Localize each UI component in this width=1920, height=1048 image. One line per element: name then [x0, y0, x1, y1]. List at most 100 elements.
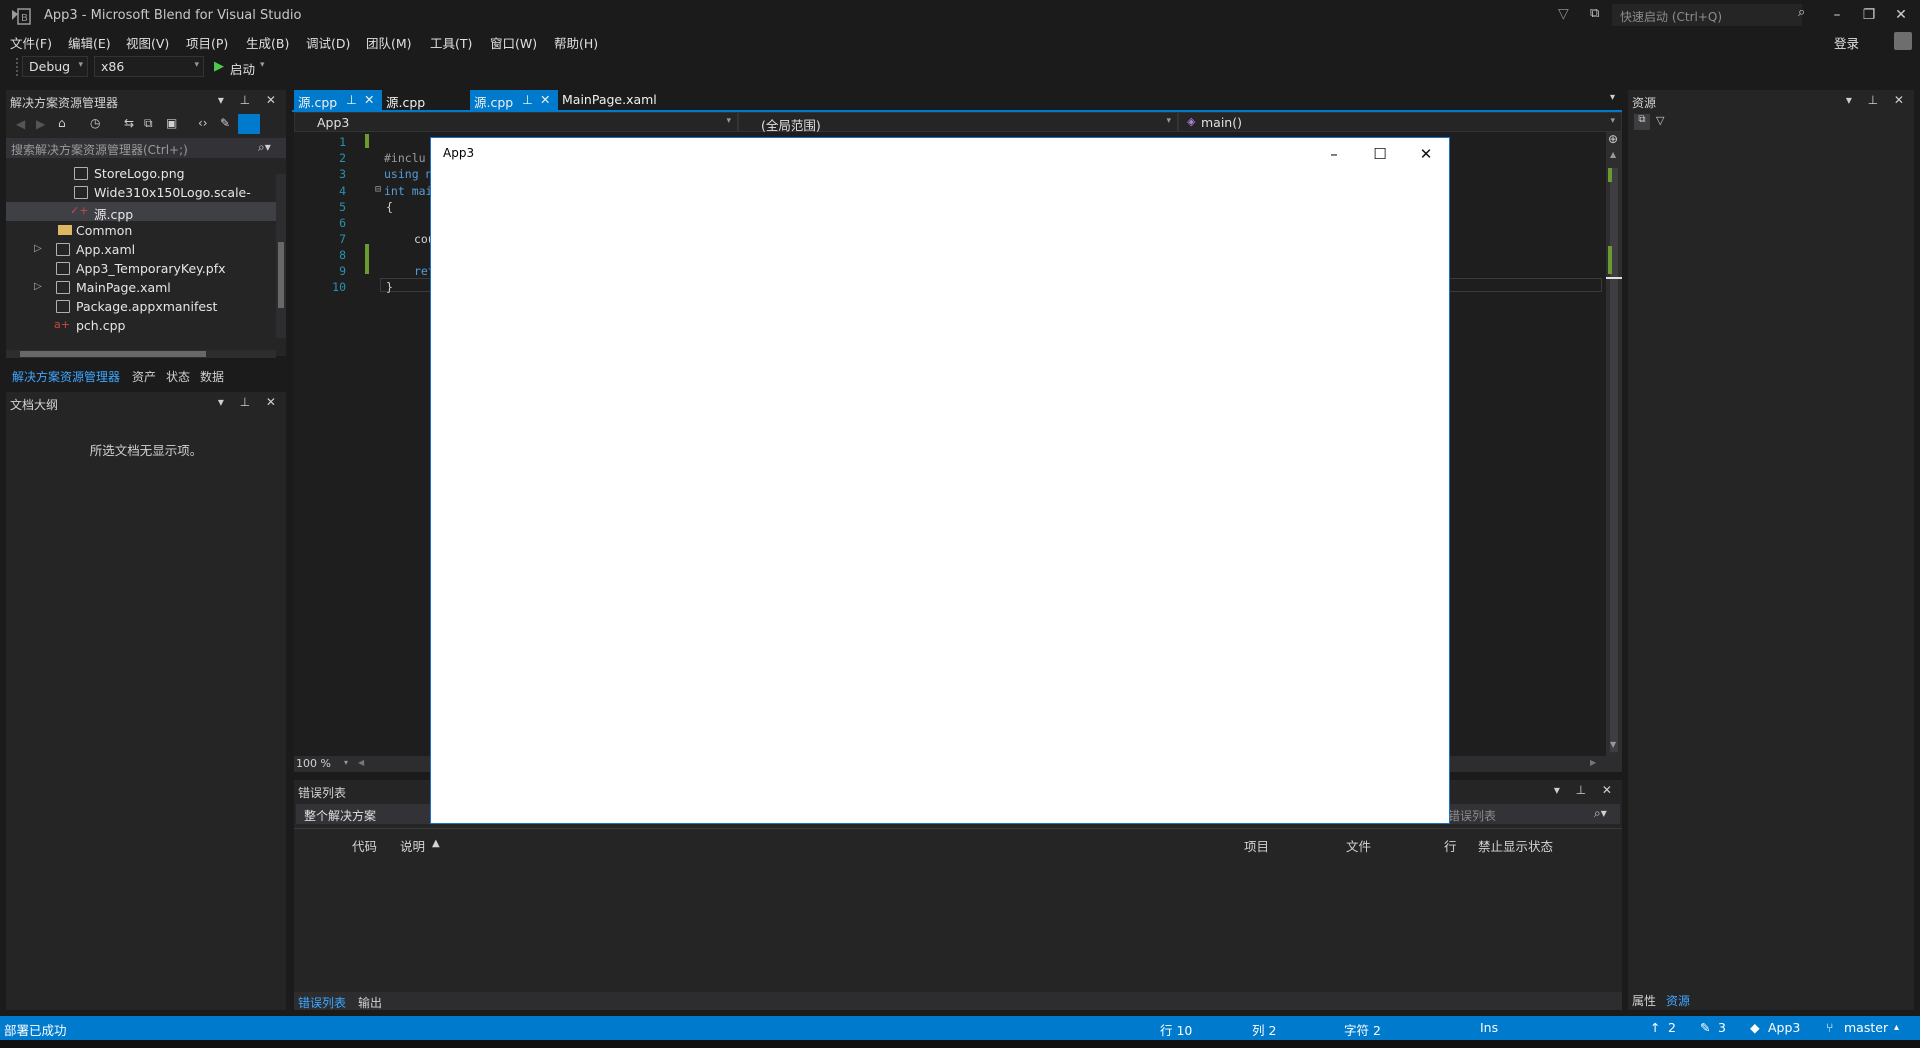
- app-close-button[interactable]: ✕: [1403, 140, 1449, 168]
- play-icon[interactable]: ▶: [214, 59, 224, 74]
- filter-icon[interactable]: ▽: [1656, 114, 1664, 127]
- expand-arrow-icon[interactable]: ▷: [34, 243, 42, 254]
- menu-view[interactable]: 视图(V): [126, 33, 169, 52]
- branch-dropdown-icon[interactable]: ▴: [1894, 1022, 1899, 1033]
- unpushed-count[interactable]: 2: [1668, 1020, 1676, 1035]
- tab-overflow-icon[interactable]: ▾: [1610, 92, 1615, 103]
- branch-name[interactable]: master: [1844, 1020, 1888, 1035]
- start-dropdown-icon[interactable]: ▾: [260, 60, 265, 70]
- collapse-all-icon[interactable]: ⧉: [144, 116, 153, 131]
- close-button[interactable]: ✕: [1886, 2, 1916, 28]
- project-dropdown[interactable]: App3 ▾: [294, 112, 738, 132]
- search-icon[interactable]: ⌕▾: [258, 140, 271, 155]
- tree-item-widelogo[interactable]: Wide310x150Logo.scale-200.p: [6, 183, 276, 215]
- menu-window[interactable]: 窗口(W): [490, 33, 537, 52]
- zoom-level[interactable]: 100 %: [296, 757, 331, 770]
- close-tab-icon[interactable]: ✕: [364, 92, 374, 107]
- branch-icon[interactable]: ⑂: [1826, 1020, 1834, 1035]
- solution-search-input[interactable]: 搜索解决方案资源管理器(Ctrl+;): [6, 138, 286, 158]
- column-project[interactable]: 项目: [1244, 836, 1269, 855]
- scroll-right-icon[interactable]: ▶: [1590, 758, 1596, 767]
- resource-view-icon[interactable]: ⧉: [1634, 114, 1650, 130]
- panel-window-controls[interactable]: ▾ ⊥ ✕: [1846, 93, 1910, 107]
- scope-dropdown[interactable]: (全局范围) ▾: [738, 112, 1178, 133]
- tree-vertical-scrollbar[interactable]: [276, 174, 286, 338]
- scrollbar-thumb[interactable]: [278, 242, 284, 308]
- back-icon[interactable]: ◀: [16, 117, 25, 131]
- panel-window-controls[interactable]: ▾ ⊥ ✕: [218, 93, 282, 107]
- tab-states[interactable]: 状态: [166, 368, 190, 385]
- menu-help[interactable]: 帮助(H): [554, 33, 598, 52]
- tab-assets[interactable]: 资产: [132, 368, 156, 385]
- zoom-dropdown-icon[interactable]: ▾: [344, 758, 348, 767]
- app-maximize-button[interactable]: ☐: [1357, 140, 1403, 168]
- tab-solution-explorer[interactable]: 解决方案资源管理器: [12, 368, 120, 385]
- sign-in-link[interactable]: 登录: [1834, 33, 1859, 52]
- pin-icon[interactable]: ⊥: [522, 92, 533, 107]
- scroll-up-icon[interactable]: ▲: [1610, 150, 1616, 159]
- sync-icon[interactable]: ⇆: [124, 116, 134, 130]
- member-dropdown[interactable]: ◈ main() ▾: [1178, 112, 1622, 132]
- editor-vertical-scrollbar[interactable]: ⊕ ▲ ▼: [1606, 132, 1622, 756]
- panel-window-controls[interactable]: ▾ ⊥ ✕: [218, 395, 282, 409]
- menu-debug[interactable]: 调试(D): [306, 33, 350, 52]
- push-icon[interactable]: ↑: [1650, 1020, 1660, 1035]
- menu-build[interactable]: 生成(B): [246, 33, 289, 52]
- panel-window-controls[interactable]: ▾ ⊥ ✕: [1554, 783, 1618, 797]
- repository-name[interactable]: App3: [1768, 1020, 1800, 1035]
- pin-icon[interactable]: ⊥: [346, 92, 357, 107]
- tab-source-cpp[interactable]: 源.cpp: [382, 90, 468, 110]
- preview-icon[interactable]: [238, 114, 260, 134]
- tree-item-package-manifest[interactable]: Package.appxmanifest: [6, 297, 276, 316]
- tab-mainpage-xaml[interactable]: MainPage.xaml: [558, 90, 688, 110]
- expand-arrow-icon[interactable]: ▷: [34, 281, 42, 292]
- column-description[interactable]: 说明: [400, 836, 425, 855]
- collapse-icon[interactable]: ⊟: [375, 184, 381, 195]
- quick-launch-input[interactable]: 快速启动 (Ctrl+Q): [1612, 4, 1802, 26]
- tree-item-mainpage-xaml[interactable]: ▷ MainPage.xaml: [6, 278, 276, 297]
- pending-changes-count[interactable]: 3: [1718, 1020, 1726, 1035]
- scroll-left-icon[interactable]: ◀: [358, 758, 364, 767]
- show-all-files-icon[interactable]: ▣: [166, 116, 177, 130]
- config-dropdown[interactable]: Debug ▾: [22, 56, 88, 77]
- column-line[interactable]: 行: [1444, 836, 1457, 855]
- app-minimize-button[interactable]: –: [1311, 140, 1357, 168]
- menu-team[interactable]: 团队(M): [366, 33, 412, 52]
- tree-horizontal-scrollbar[interactable]: [6, 350, 276, 358]
- tree-item-app-xaml[interactable]: ▷ App.xaml: [6, 240, 276, 259]
- tab-resources[interactable]: 资源: [1666, 992, 1690, 1009]
- column-code[interactable]: 代码: [352, 836, 377, 855]
- home-icon[interactable]: ⌂: [58, 116, 66, 130]
- filter-icon[interactable]: ▽: [1558, 6, 1569, 22]
- properties-icon[interactable]: ✎: [220, 116, 230, 130]
- menu-tools[interactable]: 工具(T): [430, 33, 472, 52]
- feedback-icon[interactable]: ⧉: [1590, 6, 1599, 21]
- menu-edit[interactable]: 编辑(E): [68, 33, 111, 52]
- account-avatar-icon[interactable]: [1894, 32, 1912, 50]
- split-icon[interactable]: ⊕: [1608, 132, 1618, 146]
- error-scope-dropdown[interactable]: 整个解决方案: [296, 804, 436, 824]
- scrollbar-thumb[interactable]: [20, 351, 206, 357]
- start-button[interactable]: 启动: [230, 59, 255, 78]
- menu-project[interactable]: 项目(P): [186, 33, 228, 52]
- forward-icon[interactable]: ▶: [36, 117, 45, 131]
- platform-dropdown[interactable]: x86 ▾: [94, 56, 204, 77]
- menu-file[interactable]: 文件(F): [10, 33, 52, 52]
- column-file[interactable]: 文件: [1346, 836, 1371, 855]
- tree-item-storelogo[interactable]: StoreLogo.png: [6, 164, 276, 183]
- pencil-icon[interactable]: ✎: [1700, 1020, 1710, 1035]
- restore-button[interactable]: ❐: [1854, 2, 1884, 28]
- tab-error-list[interactable]: 错误列表: [298, 994, 346, 1011]
- repo-icon[interactable]: ◆: [1750, 1020, 1760, 1035]
- tab-output[interactable]: 输出: [358, 994, 382, 1011]
- column-suppression[interactable]: 禁止显示状态: [1478, 836, 1553, 855]
- view-code-icon[interactable]: ‹›: [198, 116, 208, 130]
- search-icon[interactable]: ⌕: [1798, 5, 1816, 23]
- history-icon[interactable]: ◷: [90, 116, 100, 130]
- tree-item-temporary-key[interactable]: App3_TemporaryKey.pfx: [6, 259, 276, 278]
- search-icon[interactable]: ⌕▾: [1594, 806, 1607, 821]
- tree-item-common[interactable]: Common: [6, 221, 276, 240]
- tree-item-source-cpp[interactable]: ✓+ 源.cpp: [6, 202, 276, 222]
- app3-window[interactable]: App3 – ☐ ✕: [430, 137, 1450, 824]
- tab-source-cpp-pinned[interactable]: 源.cpp ⊥ ✕: [294, 90, 382, 110]
